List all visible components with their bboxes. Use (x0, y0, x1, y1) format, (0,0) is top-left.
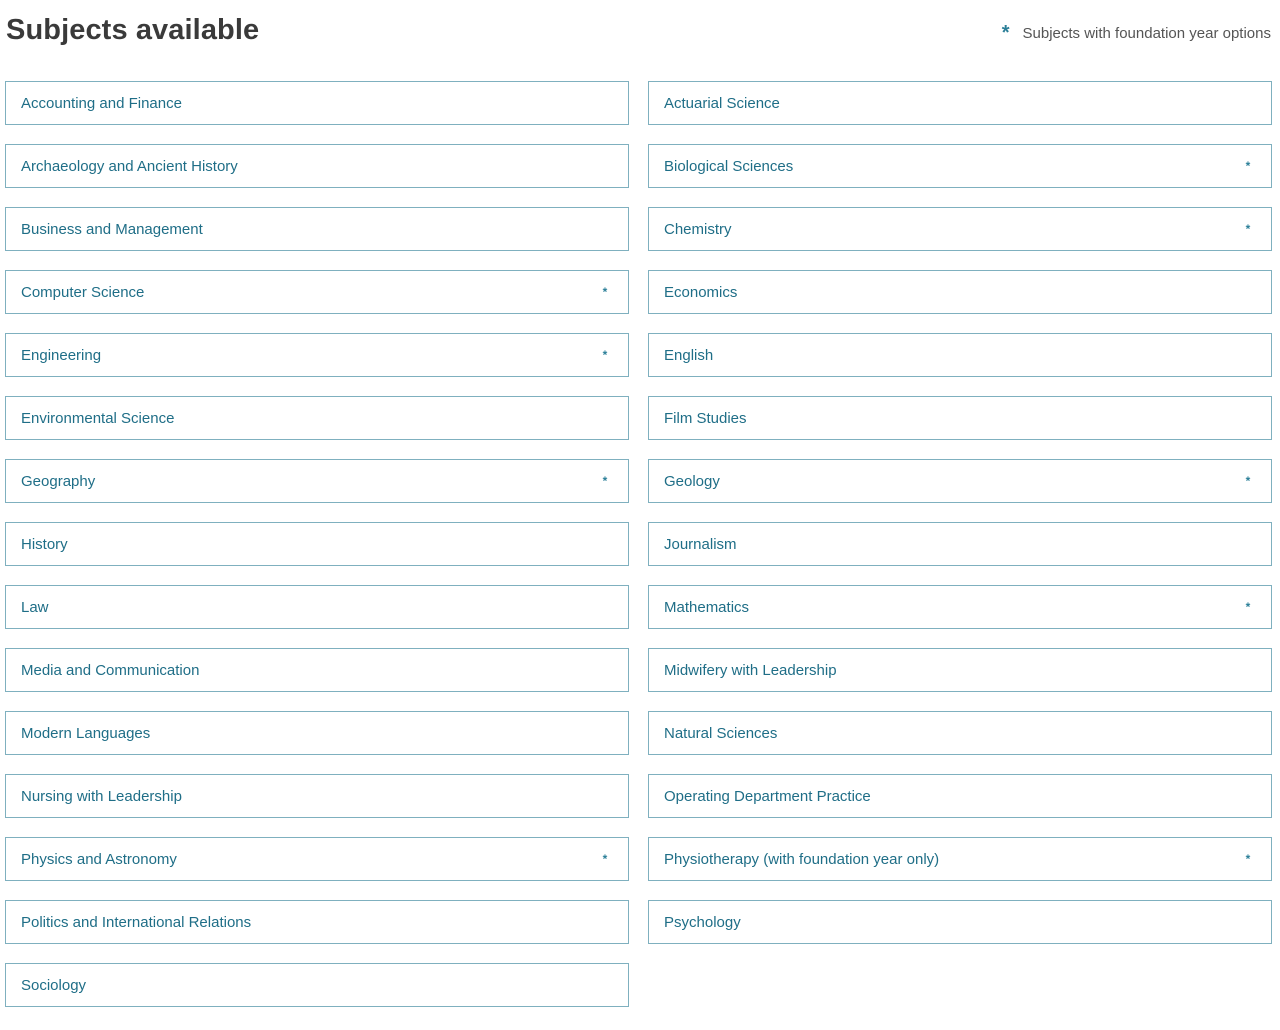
subject-link[interactable]: Midwifery with Leadership (648, 648, 1272, 692)
subject-label: Economics (664, 283, 738, 301)
subject-link[interactable]: History (5, 522, 629, 566)
subject-link[interactable]: Mathematics * (648, 585, 1272, 629)
subject-link[interactable]: Nursing with Leadership (5, 774, 629, 818)
subject-label: Business and Management (21, 220, 203, 238)
subject-label: English (664, 346, 714, 364)
subject-label: Computer Science (21, 283, 145, 301)
subject-label: Biological Sciences (664, 157, 794, 175)
subject-label: Law (21, 598, 49, 616)
foundation-asterisk-icon: * (1245, 852, 1251, 866)
foundation-asterisk-icon: * (602, 474, 608, 488)
subject-label: Media and Communication (21, 661, 200, 679)
subject-link[interactable]: Journalism (648, 522, 1272, 566)
subject-label: Natural Sciences (664, 724, 778, 742)
foundation-asterisk-icon: * (1245, 600, 1251, 614)
subject-link[interactable]: Operating Department Practice (648, 774, 1272, 818)
foundation-asterisk-icon: * (1245, 159, 1251, 173)
subject-label: Film Studies (664, 409, 747, 427)
subject-link[interactable]: Film Studies (648, 396, 1272, 440)
subject-grid: Accounting and Finance Actuarial Science A… (5, 81, 1272, 1007)
subject-label: Physiotherapy (with foundation year only… (664, 850, 940, 868)
subject-link[interactable]: Geography * (5, 459, 629, 503)
subject-label: Environmental Science (21, 409, 175, 427)
subject-link[interactable]: Natural Sciences (648, 711, 1272, 755)
subject-label: Modern Languages (21, 724, 151, 742)
legend-label: Subjects with foundation year options (1022, 25, 1272, 42)
subject-label: Actuarial Science (664, 94, 780, 112)
subject-link[interactable]: Economics (648, 270, 1272, 314)
subject-label: Psychology (664, 913, 741, 931)
subject-link[interactable]: Geology * (648, 459, 1272, 503)
foundation-asterisk-icon: * (1245, 474, 1251, 488)
subject-link[interactable]: Engineering * (5, 333, 629, 377)
subject-label: Geography (21, 472, 96, 490)
subject-label: Journalism (664, 535, 737, 553)
subject-label: Midwifery with Leadership (664, 661, 837, 679)
subject-link[interactable]: Modern Languages (5, 711, 629, 755)
subject-link[interactable]: Law (5, 585, 629, 629)
subject-link[interactable]: Computer Science * (5, 270, 629, 314)
subject-label: Physics and Astronomy (21, 850, 177, 868)
subject-link[interactable]: Sociology (5, 963, 629, 1007)
asterisk-icon: * (1001, 22, 1010, 44)
subject-label: Engineering (21, 346, 102, 364)
subject-label: Accounting and Finance (21, 94, 182, 112)
subject-link[interactable]: Biological Sciences * (648, 144, 1272, 188)
subject-link[interactable]: Chemistry * (648, 207, 1272, 251)
subject-link[interactable]: Accounting and Finance (5, 81, 629, 125)
foundation-asterisk-icon: * (602, 852, 608, 866)
subject-link[interactable]: Physiotherapy (with foundation year only… (648, 837, 1272, 881)
foundation-asterisk-icon: * (602, 348, 608, 362)
subject-label: Sociology (21, 976, 87, 994)
foundation-asterisk-icon: * (1245, 222, 1251, 236)
subject-label: Operating Department Practice (664, 787, 871, 805)
subject-link[interactable]: English (648, 333, 1272, 377)
subject-link[interactable]: Media and Communication (5, 648, 629, 692)
subject-label: Nursing with Leadership (21, 787, 182, 805)
subject-label: Chemistry (664, 220, 732, 238)
page-title: Subjects available (6, 14, 260, 46)
subject-label: History (21, 535, 68, 553)
subject-link[interactable]: Archaeology and Ancient History (5, 144, 629, 188)
subject-link[interactable]: Environmental Science (5, 396, 629, 440)
subject-link[interactable]: Actuarial Science (648, 81, 1272, 125)
foundation-asterisk-icon: * (602, 285, 608, 299)
subject-label: Geology (664, 472, 720, 490)
subject-link[interactable]: Physics and Astronomy * (5, 837, 629, 881)
subject-link[interactable]: Psychology (648, 900, 1272, 944)
subject-label: Mathematics (664, 598, 750, 616)
foundation-year-legend: * Subjects with foundation year options (1002, 22, 1271, 46)
subject-link[interactable]: Politics and International Relations (5, 900, 629, 944)
subject-link[interactable]: Business and Management (5, 207, 629, 251)
subject-label: Politics and International Relations (21, 913, 252, 931)
subject-label: Archaeology and Ancient History (21, 157, 238, 175)
